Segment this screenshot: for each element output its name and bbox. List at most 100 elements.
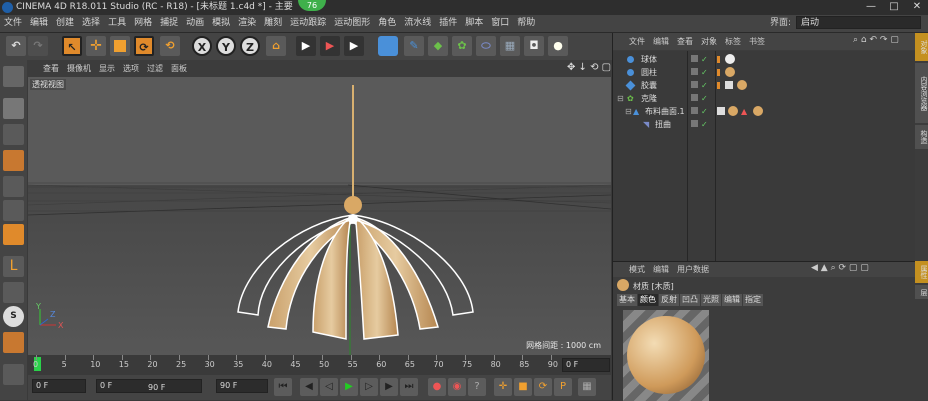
menu-plugins[interactable]: 插件 <box>435 15 461 32</box>
axis-mode-icon[interactable]: L <box>3 256 24 277</box>
menu-motion-tracking[interactable]: 运动跟踪 <box>286 15 330 32</box>
pen-spline-icon[interactable]: ✎ <box>404 36 424 56</box>
side-tab-objects[interactable]: 对象 <box>915 33 928 61</box>
recent-tool-icon[interactable]: ⟲ <box>160 36 180 56</box>
end-frame-field[interactable]: 90 F <box>216 379 268 393</box>
enabled-check-icon[interactable]: ✓ <box>701 118 708 131</box>
magnet-icon[interactable] <box>3 332 24 353</box>
keyframe-selection-icon[interactable]: ? <box>468 378 486 396</box>
texture-tag-icon[interactable] <box>717 107 725 115</box>
undo-icon[interactable]: ↶ <box>6 36 26 56</box>
viewport-menu-panel[interactable]: 面板 <box>167 60 191 77</box>
material-tag-icon[interactable] <box>737 80 747 90</box>
viewport-menu-filter[interactable]: 过滤 <box>143 60 167 77</box>
scale-icon[interactable] <box>110 36 130 56</box>
model-mode-icon[interactable] <box>3 98 24 119</box>
object-name[interactable]: 胶囊 <box>641 79 657 92</box>
menu-mesh[interactable]: 网格 <box>130 15 156 32</box>
om-nav-icons[interactable]: ⌕ ⌂ ↶ ↷ ▢ <box>853 35 899 45</box>
tab-basic[interactable]: 基本 <box>617 294 637 306</box>
render-view-icon[interactable]: ▶ <box>296 36 316 56</box>
tab-color[interactable]: 颜色 <box>638 294 658 306</box>
om-menu-bookmarks[interactable]: 书签 <box>745 33 769 50</box>
maximize-button[interactable]: □ <box>883 1 905 13</box>
enabled-check-icon[interactable]: ✓ <box>701 92 708 105</box>
perspective-viewport[interactable]: Y X Z 透视视图 网格间距 : 1000 cm <box>28 77 611 355</box>
coordinate-system-icon[interactable]: ⌂ <box>266 36 286 56</box>
camera-icon[interactable]: ◘ <box>524 36 544 56</box>
object-row[interactable]: 球体 ✓ <box>613 53 915 66</box>
subdivision-surface-icon[interactable]: ◆ <box>428 36 448 56</box>
am-nav-icons[interactable]: ◀ ▲ ⌕ ⟳ ▢ ▢ <box>811 263 869 273</box>
collapse-arrow-icon[interactable]: ⊟ <box>617 92 624 105</box>
tab-assignment[interactable]: 指定 <box>743 294 763 306</box>
play-icon[interactable]: ▶ <box>340 378 358 396</box>
timeline-ruler[interactable]: 0 5 10 15 20 25 30 35 40 45 50 55 60 65 70 75 80 85 90 0 F <box>28 355 611 375</box>
prev-key-icon[interactable]: ◀ <box>300 378 318 396</box>
snap-icon[interactable]: S <box>3 306 24 327</box>
om-menu-edit[interactable]: 编辑 <box>649 33 673 50</box>
object-row[interactable]: ◥ 扭曲 ✓ <box>613 118 915 131</box>
goto-end-icon[interactable]: ⏭ <box>400 378 418 396</box>
texture-tag-icon[interactable] <box>725 81 733 89</box>
menu-pipeline[interactable]: 流水线 <box>400 15 435 32</box>
tab-illumination[interactable]: 光照 <box>701 294 721 306</box>
points-mode-icon[interactable] <box>3 176 24 197</box>
side-tab-structure[interactable]: 构造 <box>915 125 928 149</box>
move-icon[interactable]: ✛ <box>86 36 106 56</box>
material-tag-icon[interactable] <box>725 54 735 64</box>
minimize-button[interactable]: — <box>860 1 882 13</box>
layout-select[interactable]: 启动 <box>796 16 921 29</box>
am-menu-edit[interactable]: 编辑 <box>649 262 673 277</box>
menu-animate[interactable]: 动画 <box>182 15 208 32</box>
y-axis-lock-button[interactable]: Y <box>216 36 236 56</box>
object-name[interactable]: 布料曲面.1 <box>645 105 685 118</box>
enabled-check-icon[interactable]: ✓ <box>701 105 708 118</box>
menu-character[interactable]: 角色 <box>374 15 400 32</box>
material-tag-icon[interactable] <box>753 106 763 116</box>
edges-mode-icon[interactable] <box>3 200 24 221</box>
key-rotation-icon[interactable]: ⟳ <box>534 378 552 396</box>
menu-simulate[interactable]: 模拟 <box>208 15 234 32</box>
tag-compositing-icon[interactable] <box>717 82 720 89</box>
om-menu-file[interactable]: 文件 <box>625 33 649 50</box>
viewport-navigation-icons[interactable]: ✥ ↓ ⟲ ▢ <box>567 62 611 73</box>
am-menu-userdata[interactable]: 用户数据 <box>673 262 713 277</box>
visibility-toggle[interactable] <box>691 107 698 114</box>
next-frame-icon[interactable]: ▷ <box>360 378 378 396</box>
floor-icon[interactable]: ▦ <box>500 36 520 56</box>
grid-texture-icon[interactable] <box>3 364 24 385</box>
rotate-icon[interactable]: ⟳ <box>134 36 154 56</box>
autokey-icon[interactable]: ◉ <box>448 378 466 396</box>
material-tag-icon[interactable] <box>725 67 735 77</box>
menu-mograph[interactable]: 运动图形 <box>330 15 374 32</box>
object-row[interactable]: ⊟ ✿ 克隆 ✓ <box>613 92 915 105</box>
om-menu-view[interactable]: 查看 <box>673 33 697 50</box>
menu-help[interactable]: 帮助 <box>513 15 539 32</box>
deformer-icon[interactable]: ⬭ <box>476 36 496 56</box>
object-name[interactable]: 扭曲 <box>655 118 671 131</box>
om-menu-objects[interactable]: 对象 <box>697 33 721 50</box>
enabled-check-icon[interactable]: ✓ <box>701 53 708 66</box>
visibility-toggle[interactable] <box>691 94 698 101</box>
live-selection-icon[interactable]: ↖ <box>62 36 82 56</box>
viewport-menu-display[interactable]: 显示 <box>95 60 119 77</box>
timeline-end-frame-field[interactable]: 0 F <box>562 358 610 372</box>
tab-editor[interactable]: 编辑 <box>722 294 742 306</box>
workplane-icon[interactable] <box>3 150 24 171</box>
preview-max-field[interactable]: 90 F <box>148 383 166 392</box>
enabled-check-icon[interactable]: ✓ <box>701 79 708 92</box>
render-picture-viewer-icon[interactable]: ▶ <box>320 36 340 56</box>
collapse-arrow-icon[interactable]: ⊟ <box>625 105 632 118</box>
menu-select[interactable]: 选择 <box>78 15 104 32</box>
menu-sculpt[interactable]: 雕刻 <box>260 15 286 32</box>
enabled-check-icon[interactable]: ✓ <box>701 66 708 79</box>
key-scale-icon[interactable]: ■ <box>514 378 532 396</box>
om-menu-tags[interactable]: 标签 <box>721 33 745 50</box>
key-param-icon[interactable]: P <box>554 378 572 396</box>
visibility-toggle[interactable] <box>691 55 698 62</box>
prev-frame-icon[interactable]: ◁ <box>320 378 338 396</box>
record-active-icon[interactable]: ● <box>428 378 446 396</box>
z-axis-lock-button[interactable]: Z <box>240 36 260 56</box>
object-row[interactable]: 圆柱 ✓ <box>613 66 915 79</box>
